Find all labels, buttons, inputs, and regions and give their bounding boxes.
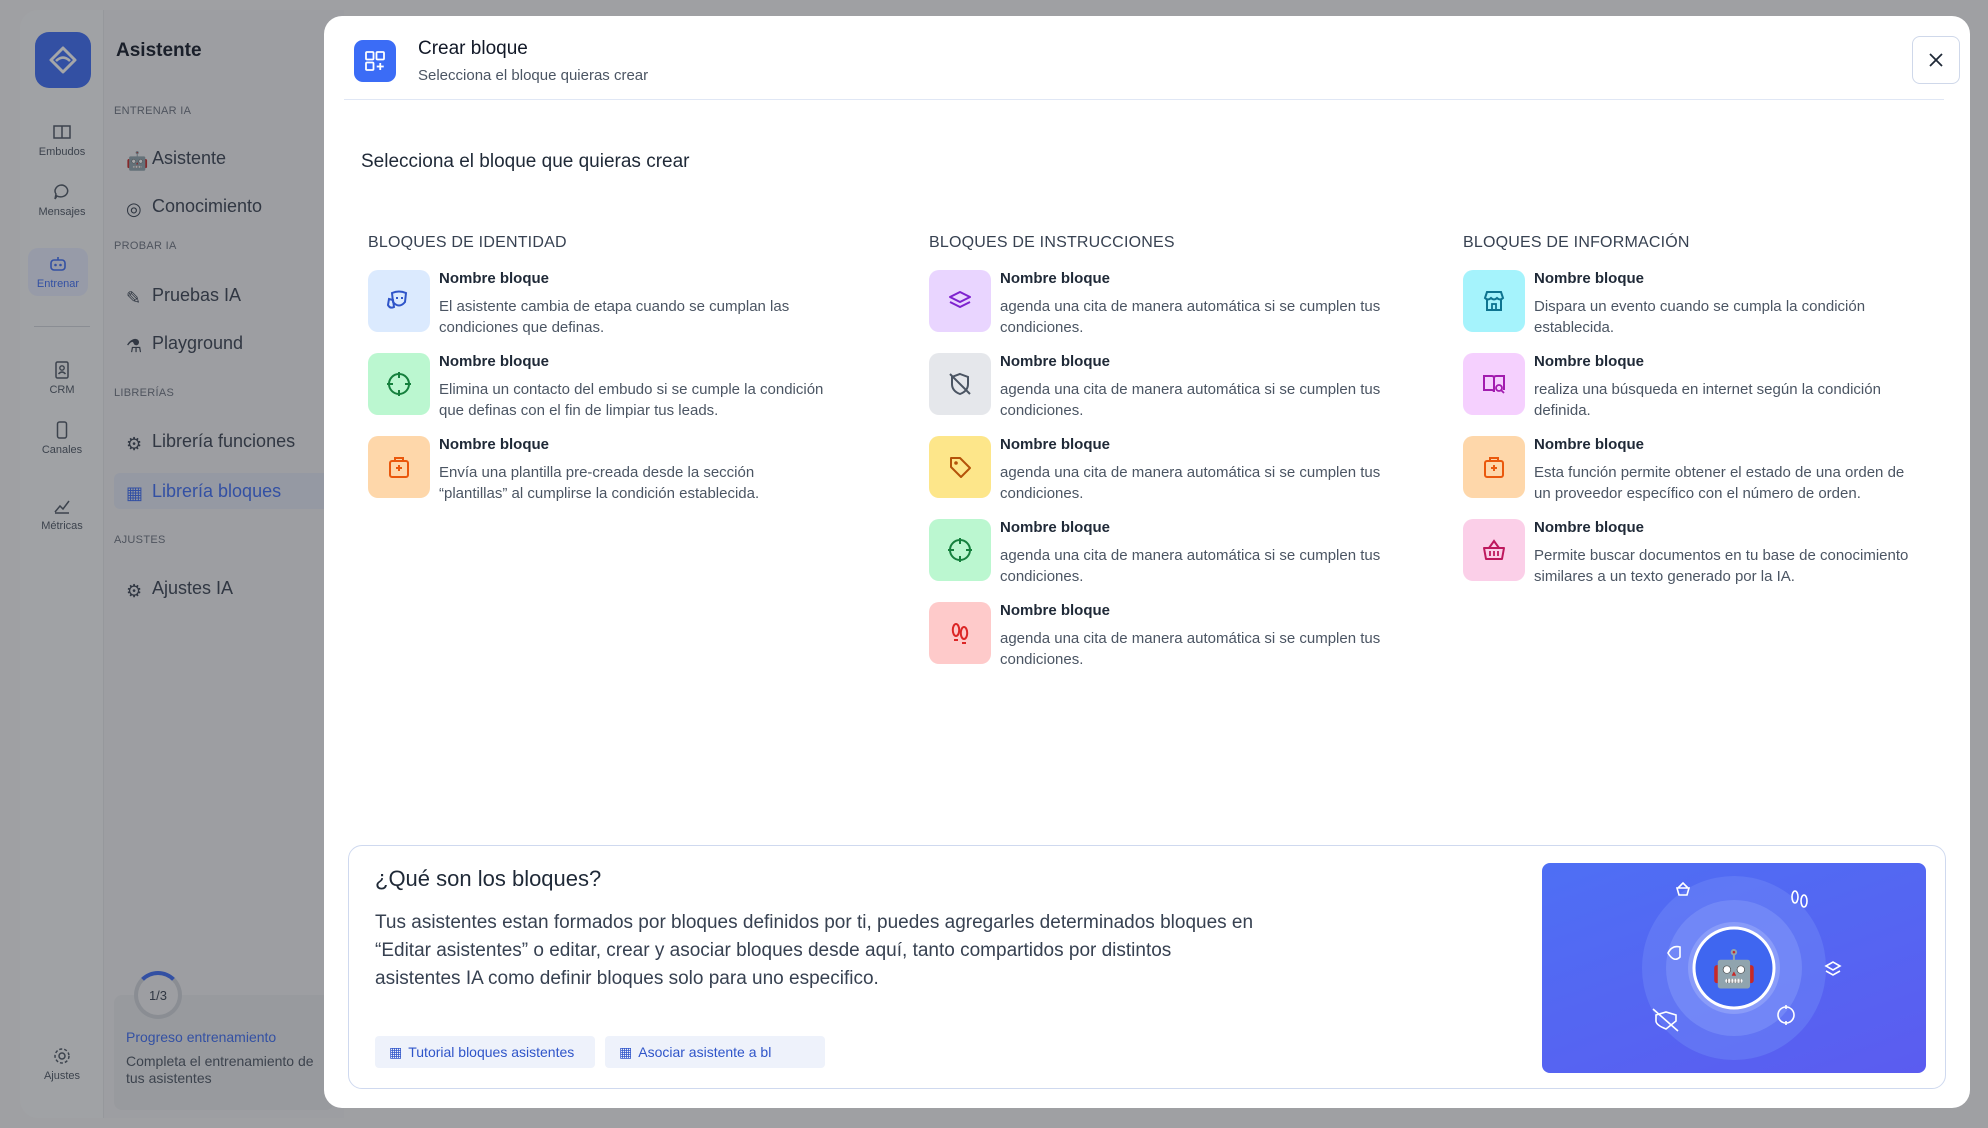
book-search-icon: [1463, 353, 1525, 415]
block-option[interactable]: Nombre bloque agenda una cita de manera a…: [929, 511, 1389, 594]
basket-icon: [1463, 519, 1525, 581]
blocks-icon: ▦: [389, 1043, 403, 1060]
block-name: Nombre bloque: [439, 270, 550, 287]
modal-subtitle: Selecciona el bloque quieras crear: [418, 67, 649, 84]
block-description: agenda una cita de manera automática si …: [1000, 381, 1381, 419]
info-text: Tus asistentes estan formados por bloque…: [375, 912, 1254, 989]
block-description: Elimina un contacto del embudo si se cum…: [439, 381, 824, 419]
create-block-modal: Crear bloque Selecciona el bloque quiera…: [324, 16, 1970, 1108]
block-description: agenda una cita de manera automática si …: [1000, 630, 1381, 668]
info-box: ¿Qué son los bloques? Tus asistentes est…: [348, 845, 1946, 1089]
store-icon: [1463, 270, 1525, 332]
link-label: Asociar asistente a bl: [638, 1044, 772, 1060]
blocks-icon: ▦: [619, 1043, 633, 1060]
block-name: Nombre bloque: [439, 436, 550, 453]
column-heading: BLOQUES DE IDENTIDAD: [368, 234, 567, 251]
info-title: ¿Qué son los bloques?: [375, 866, 602, 891]
block-option[interactable]: Nombre bloque realiza una búsqueda en int…: [1463, 345, 1923, 428]
block-description: agenda una cita de manera automática si …: [1000, 464, 1381, 502]
link-label: Tutorial bloques asistentes: [408, 1044, 575, 1060]
block-name: Nombre bloque: [1534, 519, 1645, 536]
block-option[interactable]: Nombre bloque Dispara un evento cuando se…: [1463, 262, 1923, 345]
block-description: Dispara un evento cuando se cumpla la co…: [1534, 298, 1866, 336]
modal-header: Crear bloque Selecciona el bloque quiera…: [344, 16, 1960, 100]
blocks-illustration: 🤖: [1542, 863, 1926, 1073]
block-description: Esta función permite obtener el estado d…: [1534, 464, 1905, 502]
crosshair-icon: [368, 353, 430, 415]
block-name: Nombre bloque: [1534, 270, 1645, 287]
block-name: Nombre bloque: [1534, 353, 1645, 370]
block-column-2: BLOQUES DE INFORMACIÓN Nombre bloque Dispa…: [1463, 234, 1923, 594]
column-heading: BLOQUES DE INFORMACIÓN: [1463, 234, 1690, 251]
crosshair-icon: [929, 519, 991, 581]
block-option[interactable]: Nombre bloque agenda una cita de manera a…: [929, 345, 1389, 428]
block-option[interactable]: Nombre bloque Permite buscar documentos e…: [1463, 511, 1923, 594]
hospital-icon: [368, 436, 430, 498]
close-icon: [1929, 53, 1943, 67]
add-block-icon: [354, 40, 396, 82]
block-name: Nombre bloque: [1000, 436, 1111, 453]
section-title: Selecciona el bloque que quieras crear: [361, 151, 690, 172]
block-column-0: BLOQUES DE IDENTIDAD Nombre bloque El asis…: [368, 234, 828, 511]
block-column-1: BLOQUES DE INSTRUCCIONES Nombre bloque age…: [929, 234, 1389, 677]
block-option[interactable]: Nombre bloque Envía una plantilla pre-cre…: [368, 428, 828, 511]
theater-masks-icon: [368, 270, 430, 332]
footprints-icon: [929, 602, 991, 664]
associate-assistant-link[interactable]: ▦ Asociar asistente a bl: [605, 1036, 825, 1068]
shield-off-icon: [929, 353, 991, 415]
close-button[interactable]: [1912, 36, 1960, 84]
block-name: Nombre bloque: [1000, 270, 1111, 287]
block-description: realiza una búsqueda en internet según l…: [1534, 381, 1881, 419]
block-description: Envía una plantilla pre-creada desde la …: [439, 464, 760, 502]
tutorial-link[interactable]: ▦ Tutorial bloques asistentes: [375, 1036, 595, 1068]
block-option[interactable]: Nombre bloque agenda una cita de manera a…: [929, 594, 1389, 677]
block-option[interactable]: Nombre bloque agenda una cita de manera a…: [929, 428, 1389, 511]
svg-text:🤖: 🤖: [1712, 948, 1757, 990]
block-name: Nombre bloque: [1000, 519, 1111, 536]
block-name: Nombre bloque: [1534, 436, 1645, 453]
block-name: Nombre bloque: [1000, 602, 1111, 619]
block-option[interactable]: Nombre bloque Elimina un contacto del emb…: [368, 345, 828, 428]
hospital-icon: [1463, 436, 1525, 498]
block-option[interactable]: Nombre bloque El asistente cambia de etap…: [368, 262, 828, 345]
block-name: Nombre bloque: [1000, 353, 1111, 370]
block-name: Nombre bloque: [439, 353, 550, 370]
block-description: El asistente cambia de etapa cuando se c…: [439, 298, 790, 336]
modal-title: Crear bloque: [418, 38, 528, 59]
tag-icon: [929, 436, 991, 498]
block-description: agenda una cita de manera automática si …: [1000, 298, 1381, 336]
block-description: agenda una cita de manera automática si …: [1000, 547, 1381, 585]
column-heading: BLOQUES DE INSTRUCCIONES: [929, 234, 1175, 251]
block-description: Permite buscar documentos en tu base de …: [1534, 547, 1909, 585]
layers-icon: [929, 270, 991, 332]
block-option[interactable]: Nombre bloque agenda una cita de manera a…: [929, 262, 1389, 345]
block-option[interactable]: Nombre bloque Esta función permite obtene…: [1463, 428, 1923, 511]
